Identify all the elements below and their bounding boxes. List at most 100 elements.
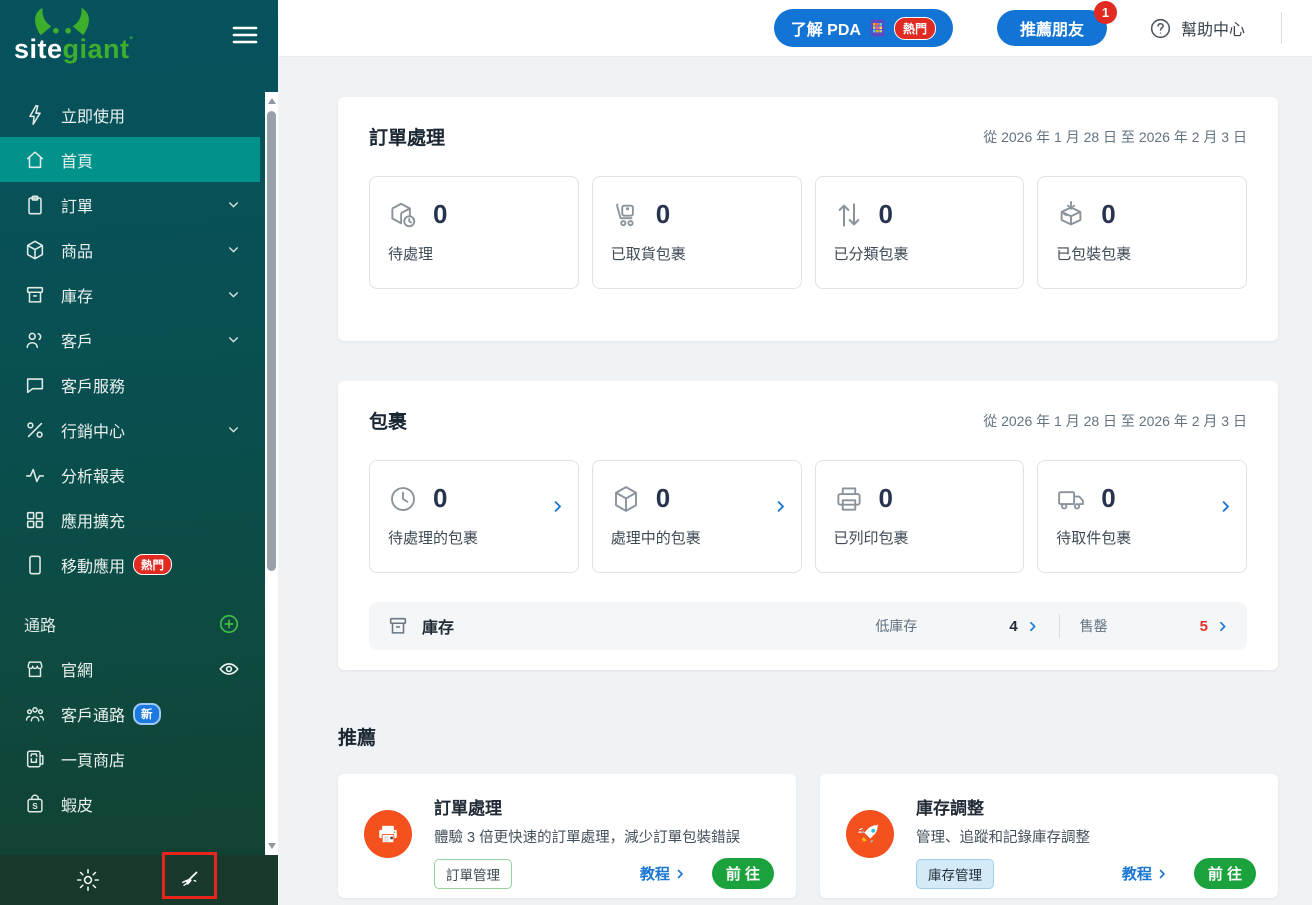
chevron-right-icon[interactable]: [550, 499, 565, 514]
recommended-card-stock-adjustment: 庫存調整 管理、追蹤和記錄庫存調整 庫存管理 教程 前 往: [820, 774, 1278, 898]
chevron-down-icon: [227, 243, 240, 256]
chevron-right-icon: [1026, 620, 1039, 633]
sidebar-item-label: 庫存: [61, 283, 93, 307]
sidebar-item-label: 商品: [61, 238, 93, 262]
sidebar-item-orders[interactable]: 訂單: [0, 182, 260, 227]
stat-pickup-packages[interactable]: 0 待取件包裹: [1037, 460, 1247, 573]
question-circle-icon: [1149, 17, 1172, 40]
clock-icon: [388, 484, 418, 514]
chevron-right-icon[interactable]: [773, 499, 788, 514]
packages-date-range: 從 2026 年 1 月 28 日 至 2026 年 2 月 3 日: [983, 411, 1247, 431]
printer-orange-icon: [364, 810, 412, 858]
scrollbar-thumb[interactable]: [267, 111, 276, 571]
sidebar-item-products[interactable]: 商品: [0, 227, 260, 272]
stat-value: 0: [656, 483, 670, 514]
logo-mark: ˚: [130, 35, 135, 49]
refer-button-label: 推薦朋友: [1020, 16, 1084, 40]
sidebar-item-label: 首頁: [61, 148, 93, 172]
cube-icon: [24, 239, 46, 261]
tutorial-label: 教程: [640, 863, 670, 884]
lightning-icon: [24, 104, 46, 126]
tutorial-label: 教程: [1122, 863, 1152, 884]
packages-card: 包裹 從 2026 年 1 月 28 日 至 2026 年 2 月 3 日 0 …: [338, 381, 1278, 670]
order-management-tag: 訂單管理: [434, 859, 512, 889]
sidebar-item-customer-channels[interactable]: 客戶通路 新: [0, 691, 260, 736]
hot-badge: 熱門: [133, 554, 172, 575]
phone-icon: [24, 554, 46, 576]
svg-text:S: S: [32, 801, 38, 810]
sidebar-item-marketing[interactable]: 行銷中心: [0, 407, 260, 452]
sold-out-value: 5: [1200, 618, 1208, 635]
recommended-card-description: 管理、追蹤和記錄庫存調整: [916, 826, 1256, 847]
sidebar-item-mobile-app[interactable]: 移動應用 熱門: [0, 542, 260, 587]
channels-label: 通路: [24, 612, 56, 636]
recommended-card-title: 訂單處理: [434, 794, 774, 819]
chevron-down-icon: [227, 423, 240, 436]
referral-count-badge: 1: [1094, 1, 1117, 24]
sidebar-item-label: 一頁商店: [61, 747, 125, 771]
sidebar-scrollbar[interactable]: [265, 92, 278, 855]
sidebar-scroll-area: 立即使用 首頁 訂單 商品 庫存: [0, 92, 278, 855]
settings-gear-icon[interactable]: [76, 868, 100, 892]
go-button[interactable]: 前 往: [1194, 858, 1256, 889]
recommended-section-title: 推薦: [338, 723, 1278, 750]
sidebar-item-one-page-store[interactable]: 一頁商店: [0, 736, 260, 781]
stat-label: 已列印包裹: [834, 527, 1006, 548]
scrollbar-up-arrow[interactable]: [268, 98, 276, 104]
rocket-orange-icon: [846, 810, 894, 858]
grid-icon: [24, 509, 46, 531]
eye-icon[interactable]: [218, 658, 240, 680]
sold-out-metric[interactable]: 售罄 5: [1080, 616, 1229, 636]
sidebar-item-shopee[interactable]: S 蝦皮: [0, 781, 260, 826]
learn-pda-button[interactable]: 了解 PDA 熱門: [774, 9, 953, 47]
sidebar-item-apps[interactable]: 應用擴充: [0, 497, 260, 542]
sidebar-item-label: 訂單: [61, 193, 93, 217]
inventory-row-title: 庫存: [422, 614, 454, 638]
sidebar-item-label: 立即使用: [61, 103, 125, 127]
sidebar-bottom-bar: [0, 855, 278, 905]
sidebar-item-customers[interactable]: 客戶: [0, 317, 260, 362]
stat-value: 0: [879, 483, 893, 514]
recommended-card-description: 體驗 3 倍更快速的訂單處理，減少訂單包裝錯誤: [434, 826, 774, 847]
tutorial-link[interactable]: 教程: [640, 863, 686, 884]
stat-sorted-packages: 0 已分類包裹: [815, 176, 1025, 289]
home-icon: [24, 149, 46, 171]
low-stock-label: 低庫存: [875, 616, 917, 636]
orders-card-title: 訂單處理: [369, 123, 445, 150]
tutorial-link[interactable]: 教程: [1122, 863, 1168, 884]
low-stock-metric[interactable]: 低庫存 4: [875, 616, 1038, 636]
new-badge: 新: [133, 703, 161, 725]
go-button[interactable]: 前 往: [712, 858, 774, 889]
sidebar-item-inventory[interactable]: 庫存: [0, 272, 260, 317]
sidebar-item-home[interactable]: 首頁: [0, 137, 260, 182]
sidebar-item-webstore[interactable]: 官網: [0, 646, 260, 691]
order-processing-card: 訂單處理 從 2026 年 1 月 28 日 至 2026 年 2 月 3 日 …: [338, 97, 1278, 341]
archive-icon: [387, 615, 409, 637]
referral-wrapper: 推薦朋友 1: [997, 10, 1107, 46]
recommended-card-title: 庫存調整: [916, 794, 1256, 819]
stat-label: 已取貨包裹: [611, 243, 783, 264]
stat-pending-packages[interactable]: 0 待處理的包裹: [369, 460, 579, 573]
sidebar-item-label: 客戶: [61, 328, 93, 352]
packages-card-title: 包裹: [369, 407, 407, 434]
storefront-icon: [24, 658, 46, 680]
team-icon: [24, 703, 46, 725]
stat-printed-packages: 0 已列印包裹: [815, 460, 1025, 573]
chevron-right-icon[interactable]: [1218, 499, 1233, 514]
sidebar-item-label: 分析報表: [61, 463, 125, 487]
sidebar-item-get-started[interactable]: 立即使用: [0, 92, 260, 137]
sidebar-item-analytics[interactable]: 分析報表: [0, 452, 260, 497]
sidebar-item-label: 官網: [61, 657, 93, 681]
stat-label: 待處理的包裹: [388, 527, 560, 548]
stat-processing-packages[interactable]: 0 處理中的包裹: [592, 460, 802, 573]
help-center[interactable]: 幫助中心: [1149, 16, 1245, 40]
chevron-right-icon: [1216, 620, 1229, 633]
main-content: 訂單處理 從 2026 年 1 月 28 日 至 2026 年 2 月 3 日 …: [278, 57, 1312, 905]
sidebar-item-customer-service[interactable]: 客戶服務: [0, 362, 260, 407]
scrollbar-down-arrow[interactable]: [268, 843, 276, 849]
add-channel-icon[interactable]: [218, 613, 240, 635]
hamburger-menu-icon[interactable]: [232, 24, 258, 46]
refer-friends-button[interactable]: 推薦朋友: [997, 10, 1107, 46]
stat-picked-packages: 0 已取貨包裹: [592, 176, 802, 289]
stat-pending-orders: 0 待處理: [369, 176, 579, 289]
